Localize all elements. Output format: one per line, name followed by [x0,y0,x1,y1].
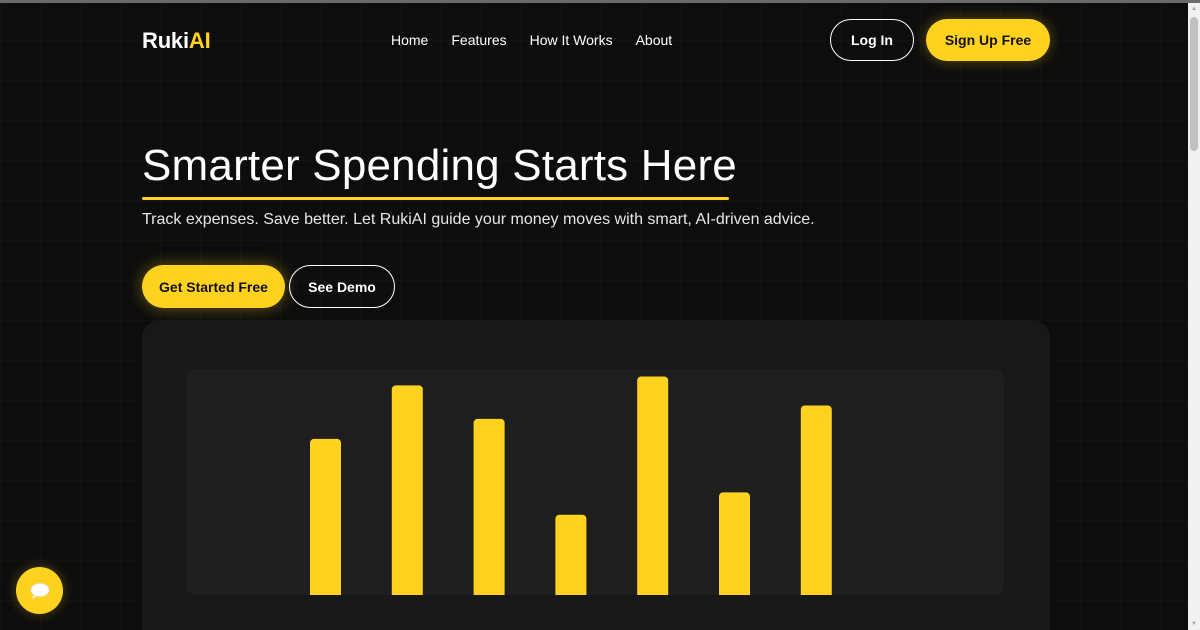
scrollbar-thumb[interactable] [1190,17,1198,151]
chart-bar-7 [800,405,832,595]
window-top-border [0,0,1200,3]
chart-bar-3 [473,418,505,595]
scroll-down-icon[interactable]: ▼ [1190,620,1198,628]
login-button[interactable]: Log In [830,19,914,61]
hero-subtitle: Track expenses. Save better. Let RukiAI … [142,211,815,228]
nav-link-features[interactable]: Features [451,32,506,48]
chart-bar-5 [637,376,669,595]
brand-name-accent: AI [188,28,211,53]
brand-logo[interactable]: RukiAI [142,28,211,54]
get-started-button[interactable]: Get Started Free [142,265,285,308]
hero-title-underline [142,197,729,200]
nav-link-home[interactable]: Home [391,32,428,48]
chat-bubble-icon [30,582,49,599]
nav-link-how-it-works[interactable]: How It Works [530,32,613,48]
chart-bar-4 [555,514,587,595]
brand-name-main: Ruki [142,28,189,53]
main-nav: Home Features How It Works About [391,32,695,48]
chart-bar-6 [719,492,750,595]
chart-bar-2 [391,385,423,595]
signup-button[interactable]: Sign Up Free [926,19,1050,61]
chart-bar-1 [310,438,341,595]
nav-link-about[interactable]: About [636,32,673,48]
hero-title: Smarter Spending Starts Here [142,141,737,190]
site-header: RukiAI Home Features How It Works About … [142,19,1050,61]
scroll-up-icon[interactable]: ▲ [1190,5,1198,13]
chat-button[interactable] [16,567,63,614]
see-demo-button[interactable]: See Demo [289,265,395,308]
spending-bar-chart [310,376,832,595]
page-scrollbar[interactable]: ▲ ▼ [1188,3,1200,630]
